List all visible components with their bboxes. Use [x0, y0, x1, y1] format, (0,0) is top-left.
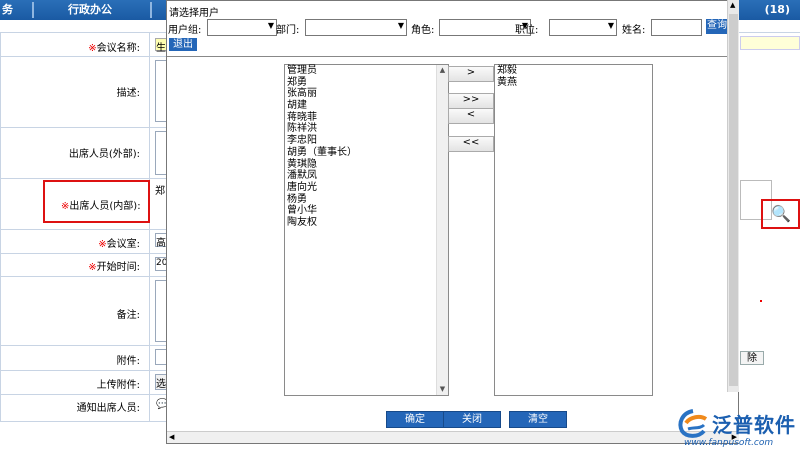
select-user-dialog: 请选择用户 用户组: ▼ 部门: ▼ 角色: ▼ 职位: ▼ 姓名: 查询 退出… [166, 0, 739, 444]
nav-separator [150, 2, 152, 18]
divider [0, 127, 166, 128]
name-input[interactable] [651, 19, 702, 36]
row-description: 描述: [0, 84, 150, 99]
nav-count: (18) [764, 3, 790, 16]
list-item[interactable]: 曾小华 [285, 205, 448, 217]
list-item[interactable]: 郑毅 [495, 65, 652, 77]
divider [0, 394, 166, 395]
nav-fragment[interactable]: 务 [2, 0, 13, 20]
label-attachment: 附件: [116, 356, 140, 367]
label-meeting-name: 会议名称: [96, 43, 140, 54]
row-room: ※会议室: [98, 239, 140, 250]
list-item[interactable]: 陶友权 [285, 217, 448, 229]
label-room: 会议室: [106, 239, 140, 250]
row-external: 出席人员(外部): [0, 145, 150, 160]
label-description: 描述: [116, 88, 140, 99]
user-group-select[interactable]: ▼ [207, 19, 277, 36]
user-group-label: 用户组: [168, 25, 202, 36]
row-meeting-name: ※会议名称: [88, 43, 140, 54]
row-remark: 备注: [0, 306, 150, 321]
dept-select[interactable]: ▼ [305, 19, 407, 36]
scroll-up-icon[interactable]: ▲ [730, 1, 735, 9]
list-item[interactable]: 胡勇（董事长） [285, 147, 448, 159]
divider [0, 253, 166, 254]
remove-all-button[interactable]: << [448, 136, 494, 152]
list-item[interactable]: 蒋晓菲 [285, 112, 448, 124]
dept-label: 部门: [276, 25, 300, 36]
nav-tab-office[interactable]: 行政办公 [68, 0, 112, 20]
divider [0, 56, 166, 57]
dropdown-arrow-icon: ▼ [607, 21, 614, 30]
divider [0, 276, 166, 277]
label-start-time: 开始时间: [96, 262, 140, 273]
divider [0, 345, 166, 346]
list-item[interactable]: 张高丽 [285, 88, 448, 100]
scroll-left-icon[interactable]: ◀ [169, 432, 174, 443]
divider [0, 370, 166, 371]
query-button[interactable]: 查询 [706, 19, 728, 34]
remove-attachment-button[interactable]: 除 [740, 351, 764, 365]
scroll-down-icon[interactable]: ▼ [437, 384, 448, 395]
clear-button[interactable]: 清空 [509, 411, 567, 428]
add-button[interactable]: > [448, 66, 494, 82]
logo-mark-icon [678, 409, 708, 438]
list-item[interactable]: 黄琪隐 [285, 159, 448, 171]
list-item[interactable]: 潘默凤 [285, 170, 448, 182]
list-item[interactable]: 陈祥洪 [285, 123, 448, 135]
list-scrollbar[interactable]: ▲ ▼ [436, 65, 448, 395]
dot [760, 300, 762, 302]
remove-button[interactable]: < [448, 108, 494, 124]
row-notify: 通知出席人员: [0, 399, 150, 414]
label-remark: 备注: [116, 310, 140, 321]
list-item[interactable]: 黄燕 [495, 77, 652, 89]
add-all-button[interactable]: >> [448, 93, 494, 109]
nav-separator [32, 2, 34, 18]
ok-button[interactable]: 确定 [386, 411, 444, 428]
list-item[interactable]: 管理员 [285, 65, 448, 77]
meeting-name-input-tail[interactable] [740, 36, 800, 50]
list-item[interactable]: 郑勇 [285, 77, 448, 89]
highlight-search-icon: 🔍 [761, 199, 800, 229]
row-start: ※开始时间: [88, 262, 140, 273]
dropdown-arrow-icon: ▼ [267, 21, 274, 30]
divider [0, 421, 166, 422]
row-attachment: 附件: [0, 352, 150, 367]
selected-users-list[interactable]: 郑毅 黄燕 [494, 64, 653, 396]
list-item[interactable]: 胡建 [285, 100, 448, 112]
exit-button[interactable]: 退出 [169, 38, 197, 51]
brand-url: www.fanpusoft.com [684, 438, 774, 448]
row-upload: 上传附件: [0, 376, 150, 391]
name-label: 姓名: [622, 25, 646, 36]
dialog-vertical-scrollbar[interactable]: ▲ [727, 0, 739, 392]
label-internal-attendees: 出席人员(内部): [69, 201, 141, 212]
scroll-thumb[interactable] [729, 14, 738, 386]
role-label: 角色: [411, 25, 435, 36]
dialog-title: 请选择用户 [169, 8, 219, 19]
dropdown-arrow-icon: ▼ [397, 21, 404, 30]
dialog-horizontal-scrollbar[interactable]: ◀ ▶ [167, 431, 739, 443]
close-button[interactable]: 关闭 [443, 411, 501, 428]
label-external-attendees: 出席人员(外部): [68, 149, 140, 160]
list-item[interactable]: 杨勇 [285, 194, 448, 206]
label-notify: 通知出席人员: [76, 403, 140, 414]
divider [0, 178, 166, 179]
list-item[interactable]: 唐向光 [285, 182, 448, 194]
search-icon[interactable]: 🔍 [771, 204, 791, 223]
position-label: 职位: [515, 25, 539, 36]
highlight-internal-label: ※出席人员(内部): [43, 180, 150, 223]
brand-logo: 泛普软件 www.fanpusoft.com [670, 405, 800, 453]
divider [0, 229, 166, 230]
dialog-divider [167, 56, 728, 57]
scroll-up-icon[interactable]: ▲ [437, 65, 448, 76]
list-item[interactable]: 李忠阳 [285, 135, 448, 147]
available-users-list[interactable]: 管理员 郑勇 张高丽 胡建 蒋晓菲 陈祥洪 李忠阳 胡勇（董事长） 黄琪隐 潘默… [284, 64, 449, 396]
label-upload: 上传附件: [96, 380, 140, 391]
brand-name: 泛普软件 [712, 413, 796, 437]
position-select[interactable]: ▼ [549, 19, 617, 36]
